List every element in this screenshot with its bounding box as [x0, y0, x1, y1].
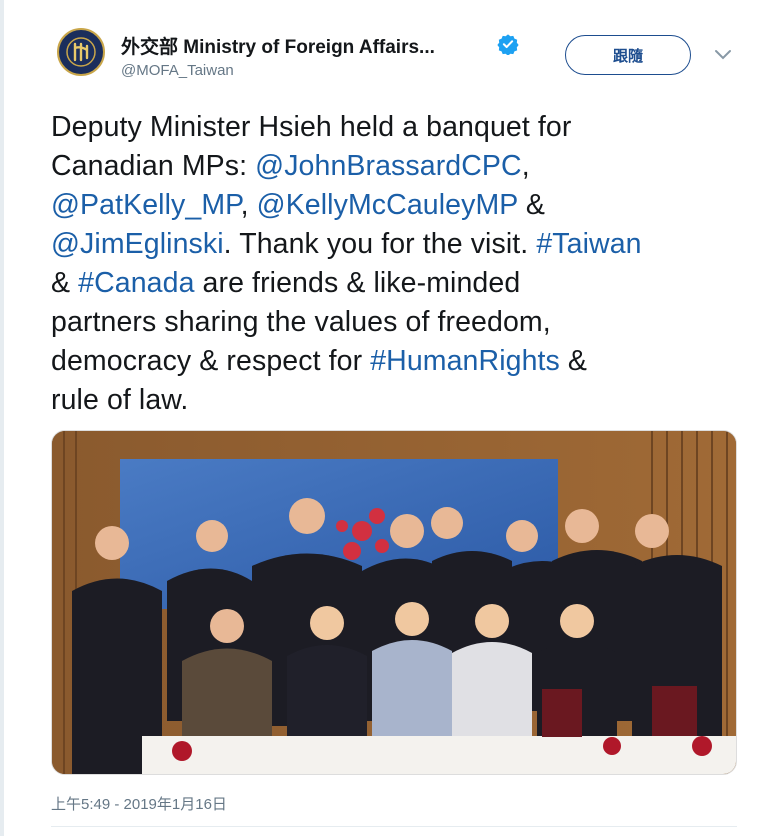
text-segment: &: [51, 267, 79, 299]
tweet-line: Deputy Minister Hsieh held a banquet for: [51, 108, 751, 147]
tweet-line: Canadian MPs: @JohnBrassardCPC,: [51, 147, 751, 186]
mofa-emblem-icon: [63, 34, 99, 70]
text-segment: Deputy Minister Hsieh held a banquet for: [51, 111, 572, 143]
display-name[interactable]: 外交部 Ministry of Foreign Affairs...: [121, 32, 435, 59]
tweet-line: @JimEglinski. Thank you for the visit. #…: [51, 225, 751, 264]
tweet-timestamp[interactable]: 上午5:49 - 2019年1月16日: [51, 793, 227, 814]
tweet-line: & #Canada are friends & like-minded: [51, 264, 751, 303]
text-segment: &: [517, 189, 546, 221]
tweet-line: @PatKelly_MP, @KellyMcCauleyMP &: [51, 186, 751, 225]
text-segment: ,: [521, 150, 530, 182]
window-edge: [0, 0, 4, 836]
follow-button[interactable]: 跟隨: [565, 35, 691, 75]
text-segment: rule of law.: [51, 384, 189, 416]
tweet-text: Deputy Minister Hsieh held a banquet for…: [51, 108, 751, 420]
text-segment: Canadian MPs:: [51, 150, 256, 182]
avatar[interactable]: [57, 28, 105, 76]
mention-link[interactable]: @JimEglinski: [51, 228, 224, 260]
mention-link[interactable]: @PatKelly_MP: [51, 189, 241, 221]
chevron-down-icon[interactable]: [714, 49, 732, 61]
text-segment: are friends & like-minded: [194, 267, 521, 299]
mention-link[interactable]: @JohnBrassardCPC: [255, 150, 522, 182]
text-segment: ,: [240, 189, 257, 221]
user-handle[interactable]: @MOFA_Taiwan: [121, 62, 234, 79]
tweet-card: 外交部 Ministry of Foreign Affairs... @MOFA…: [0, 0, 780, 836]
tweet-line: democracy & respect for #HumanRights &: [51, 342, 751, 381]
text-segment: partners sharing the values of freedom,: [51, 306, 551, 338]
mention-link[interactable]: @KellyMcCauleyMP: [257, 189, 518, 221]
tweet-line: partners sharing the values of freedom,: [51, 303, 751, 342]
text-segment: &: [559, 345, 588, 377]
hashtag-link[interactable]: #HumanRights: [370, 345, 560, 377]
text-segment: democracy & respect for: [51, 345, 371, 377]
divider: [51, 826, 737, 827]
tweet-photo[interactable]: [51, 430, 737, 775]
text-segment: . Thank you for the visit.: [223, 228, 537, 260]
tweet-line: rule of law.: [51, 381, 751, 420]
hashtag-link[interactable]: #Taiwan: [536, 228, 641, 260]
hashtag-link[interactable]: #Canada: [78, 267, 194, 299]
verified-badge-icon: [497, 34, 519, 55]
group-photo-illustration: [52, 431, 736, 774]
